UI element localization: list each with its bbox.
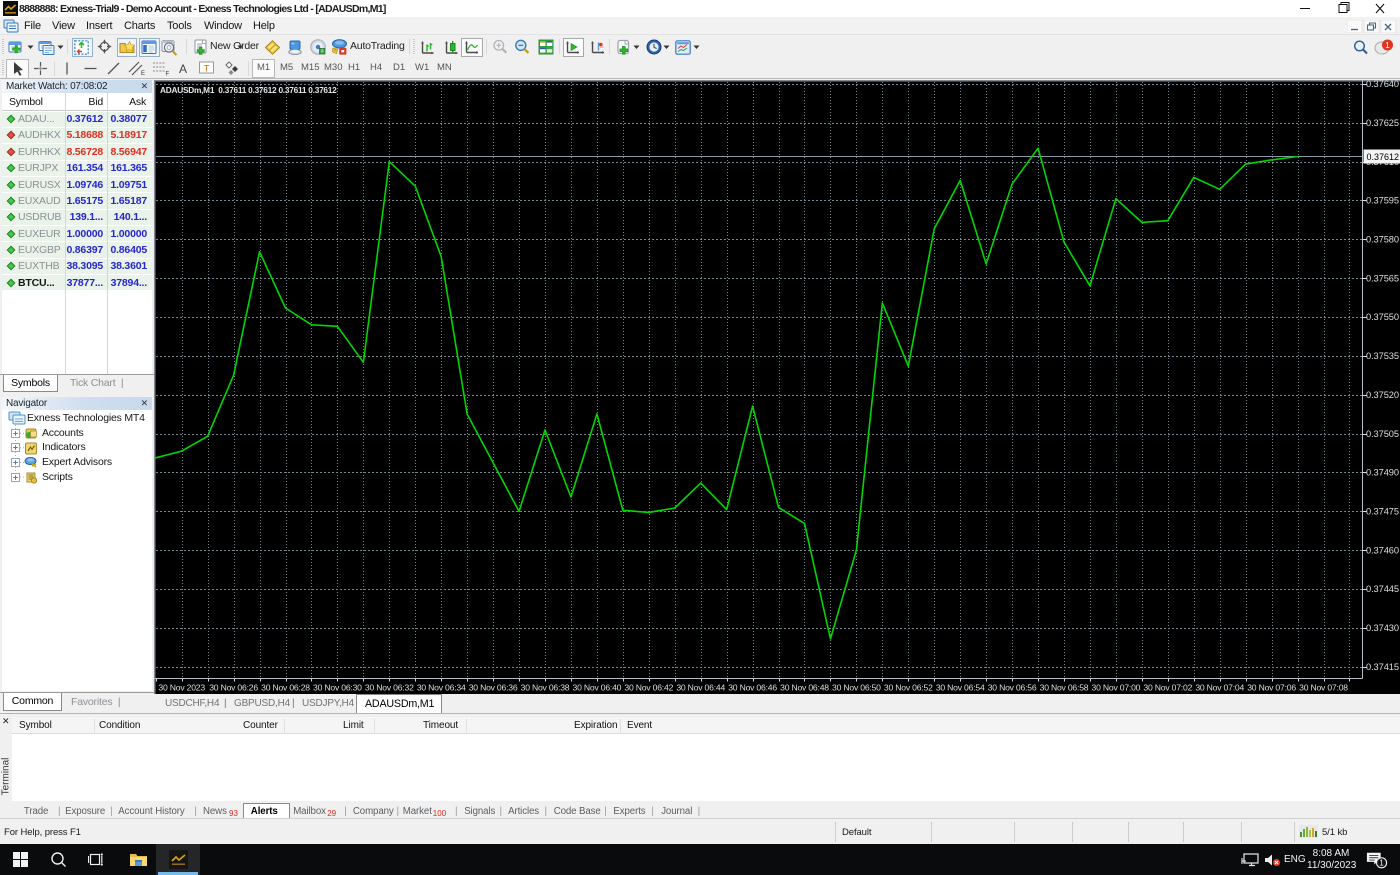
svg-text:30 Nov 06:30: 30 Nov 06:30 [313, 683, 362, 693]
svg-text:0.37580: 0.37580 [1366, 235, 1399, 245]
svg-text:30 Nov 06:58: 30 Nov 06:58 [1040, 683, 1089, 693]
svg-text:1: 1 [1379, 859, 1383, 868]
svg-text:0.37475: 0.37475 [1366, 506, 1399, 516]
svg-text:ADAUSDm,M1 0.37611 0.37612 0.: ADAUSDm,M1 0.37611 0.37612 0.37611 0.376… [160, 85, 337, 95]
svg-text:30 Nov 07:00: 30 Nov 07:00 [1092, 683, 1141, 693]
svg-text:0.37430: 0.37430 [1366, 623, 1399, 633]
svg-text:0.37640: 0.37640 [1366, 80, 1399, 89]
svg-text:0.37565: 0.37565 [1366, 273, 1399, 283]
svg-text:30 Nov 06:50: 30 Nov 06:50 [832, 683, 881, 693]
svg-text:30 Nov 07:04: 30 Nov 07:04 [1195, 683, 1244, 693]
svg-text:30 Nov 06:42: 30 Nov 06:42 [624, 683, 673, 693]
svg-text:30 Nov 06:56: 30 Nov 06:56 [988, 683, 1037, 693]
svg-text:30 Nov 06:26: 30 Nov 06:26 [209, 683, 258, 693]
svg-text:0.37490: 0.37490 [1366, 468, 1399, 478]
svg-text:T: T [204, 64, 210, 75]
svg-text:0.37612: 0.37612 [1367, 152, 1400, 162]
svg-text:30 Nov 06:40: 30 Nov 06:40 [573, 683, 622, 693]
svg-text:30 Nov 06:54: 30 Nov 06:54 [936, 683, 985, 693]
svg-text:A: A [179, 62, 187, 75]
svg-text:30 Nov 06:38: 30 Nov 06:38 [521, 683, 570, 693]
svg-text:30 Nov 06:34: 30 Nov 06:34 [417, 683, 466, 693]
svg-text:0.37535: 0.37535 [1366, 351, 1399, 361]
svg-text:0.37550: 0.37550 [1366, 312, 1399, 322]
svg-text:30 Nov 07:02: 30 Nov 07:02 [1143, 683, 1192, 693]
svg-text:0.37460: 0.37460 [1366, 545, 1399, 555]
svg-text:30 Nov 07:08: 30 Nov 07:08 [1299, 683, 1348, 693]
svg-text:30 Nov 06:36: 30 Nov 06:36 [469, 683, 518, 693]
svg-text:1: 1 [1385, 41, 1390, 50]
svg-text:30 Nov 06:32: 30 Nov 06:32 [365, 683, 414, 693]
svg-text:0.37505: 0.37505 [1366, 429, 1399, 439]
svg-text:30 Nov 2023: 30 Nov 2023 [158, 683, 205, 693]
svg-text:0.37625: 0.37625 [1366, 118, 1399, 128]
svg-text:0.37520: 0.37520 [1366, 390, 1399, 400]
svg-text:30 Nov 06:52: 30 Nov 06:52 [884, 683, 933, 693]
svg-text:30 Nov 06:28: 30 Nov 06:28 [261, 683, 310, 693]
svg-text:30 Nov 06:44: 30 Nov 06:44 [676, 683, 725, 693]
svg-text:0.37415: 0.37415 [1366, 662, 1399, 672]
svg-text:30 Nov 06:48: 30 Nov 06:48 [780, 683, 829, 693]
svg-text:0.37595: 0.37595 [1366, 196, 1399, 206]
svg-text:30 Nov 06:46: 30 Nov 06:46 [728, 683, 777, 693]
svg-text:0.37445: 0.37445 [1366, 584, 1399, 594]
svg-text:F: F [166, 72, 170, 78]
svg-text:E: E [141, 71, 145, 77]
svg-text:30 Nov 07:06: 30 Nov 07:06 [1247, 683, 1296, 693]
